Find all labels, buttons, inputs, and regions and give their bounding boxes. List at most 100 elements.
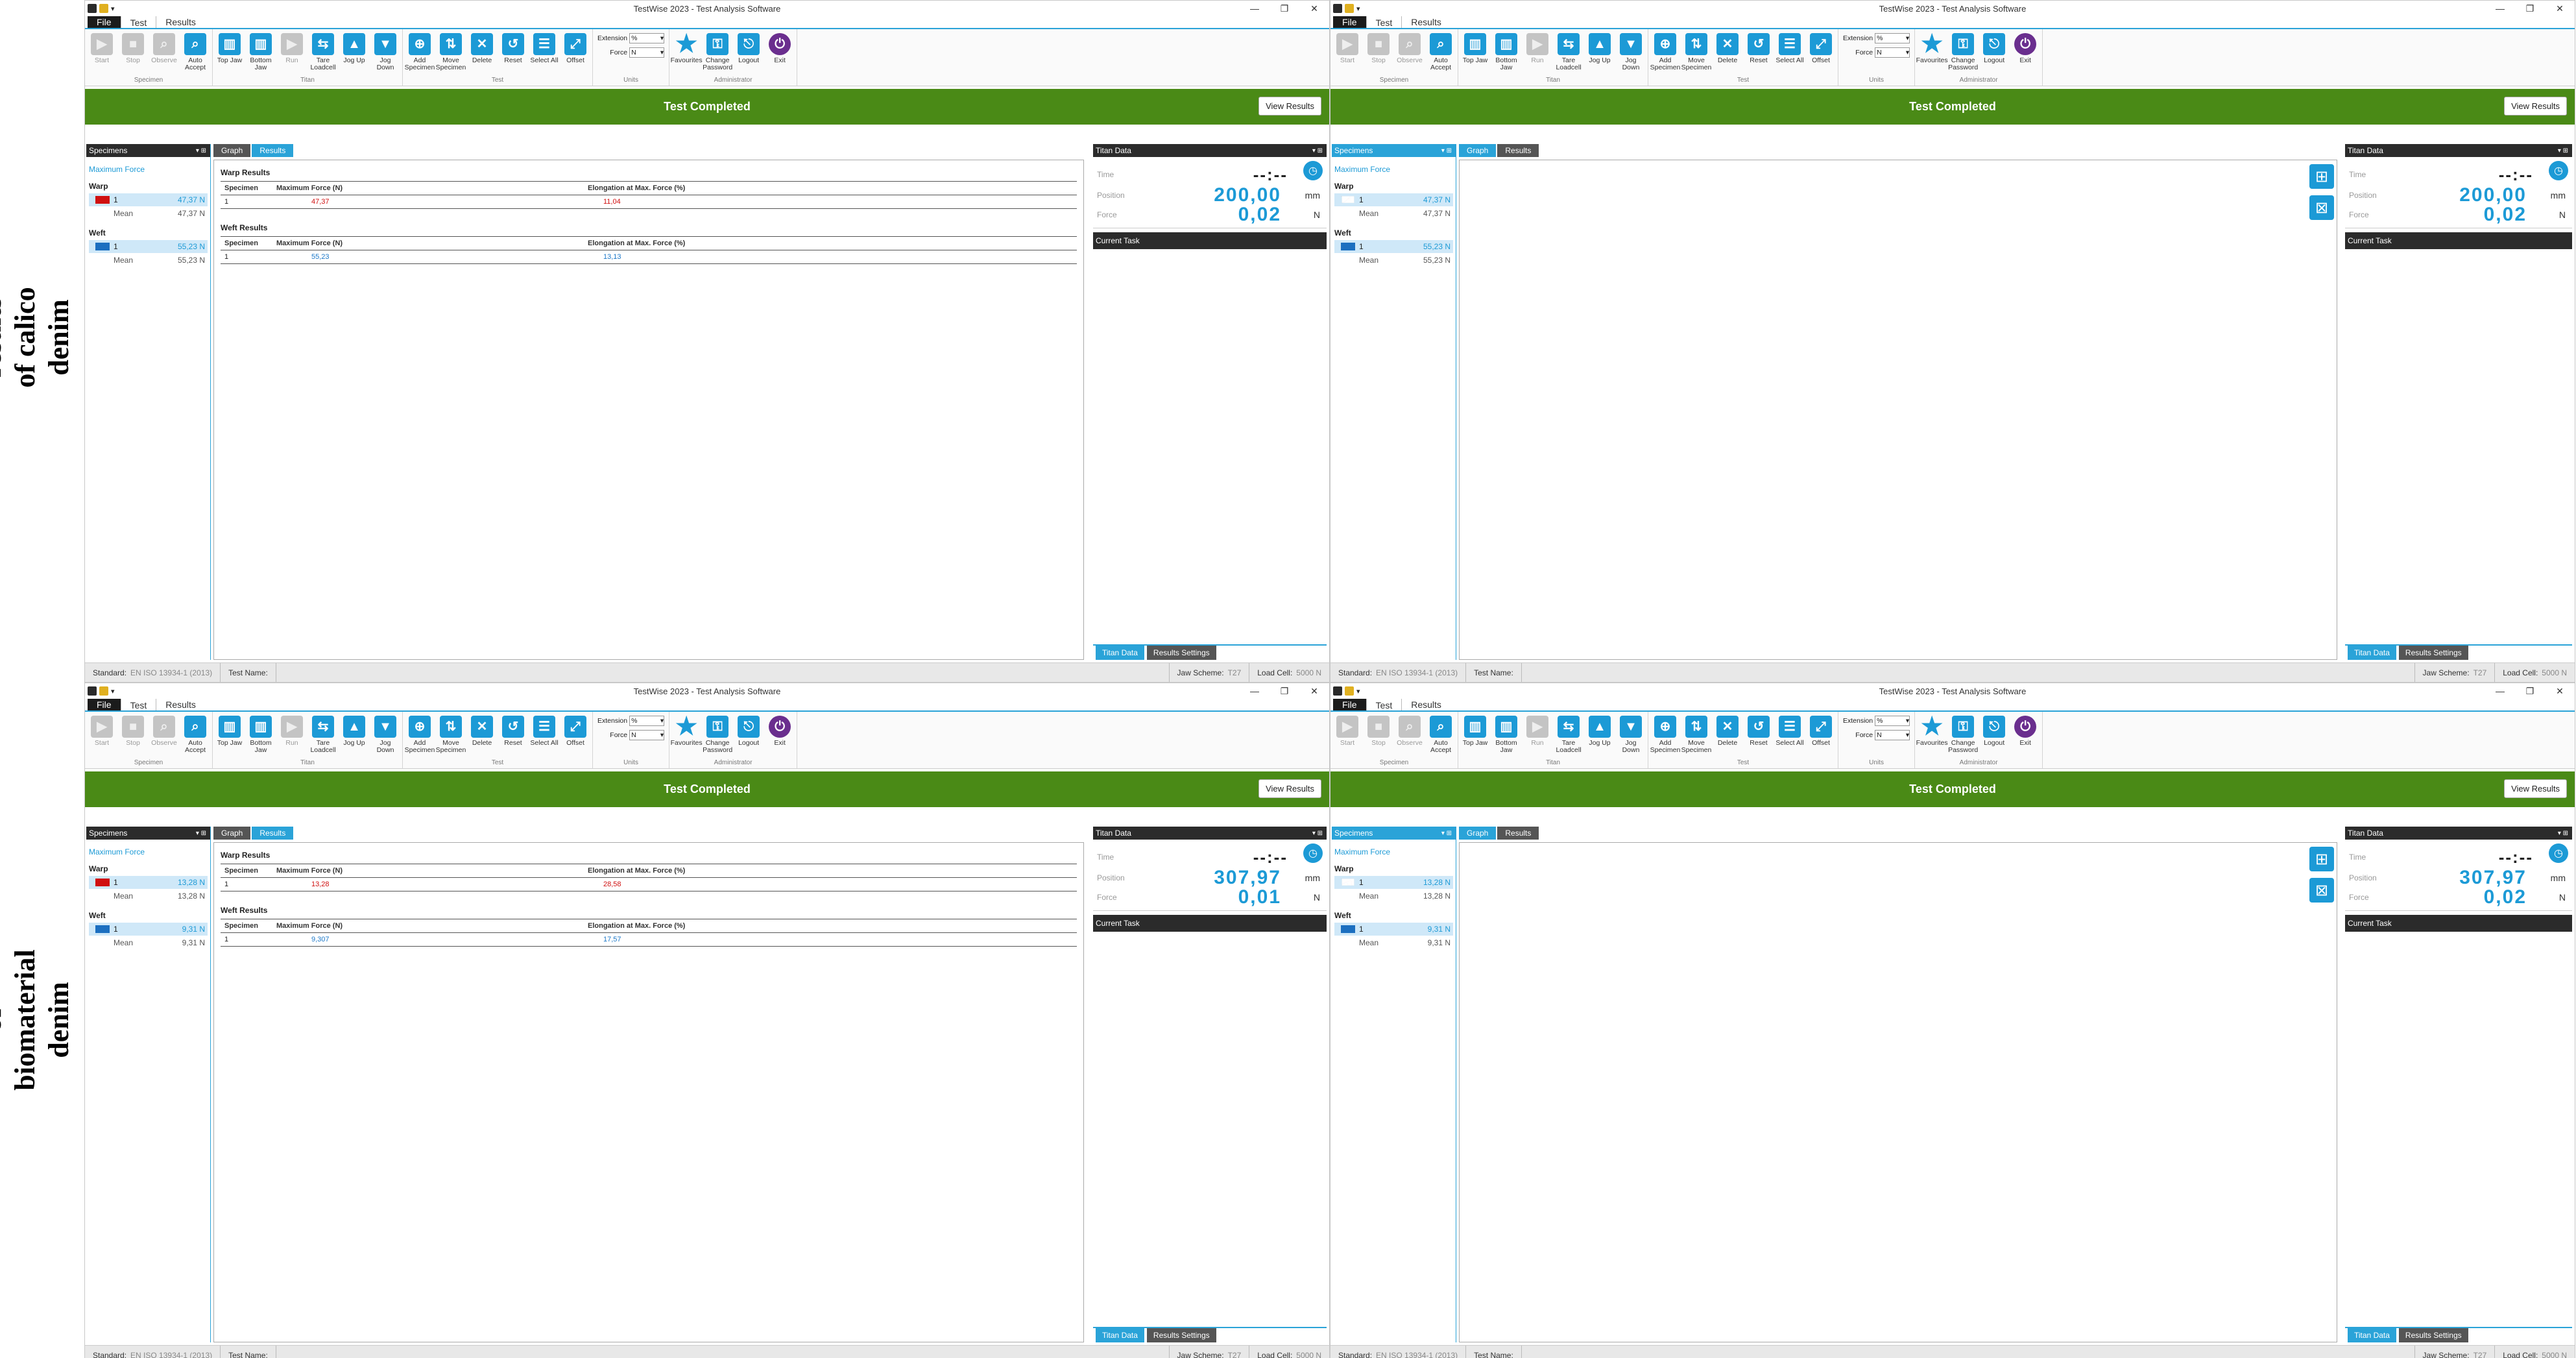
- maximum-force-link[interactable]: Maximum Force: [1334, 847, 1456, 856]
- favourites-button[interactable]: ★ Favourites: [671, 30, 703, 77]
- start-button[interactable]: ▶ Start: [1332, 30, 1362, 77]
- tab-results-settings[interactable]: Results Settings: [2398, 1328, 2468, 1342]
- quick-access-dropdown-icon[interactable]: ▾: [1356, 687, 1360, 696]
- extension-unit-select[interactable]: % ▾: [1875, 716, 1910, 726]
- quick-access-dropdown-icon[interactable]: ▾: [111, 5, 115, 13]
- titan-pin-icon[interactable]: ▾ ⊞: [1312, 830, 1323, 837]
- tab-test[interactable]: Test: [120, 16, 157, 28]
- bottom-jaw-button[interactable]: ▥ Bottom Jaw: [1491, 30, 1521, 77]
- auto-accept-button[interactable]: ⌕ Auto Accept: [1426, 713, 1456, 759]
- exit-button[interactable]: ⏻ Exit: [2010, 30, 2040, 77]
- jog-up-button[interactable]: ▲ Jog Up: [1585, 30, 1615, 77]
- view-results-button[interactable]: View Results: [2504, 97, 2567, 115]
- reset-button[interactable]: ↺ Reset: [1744, 30, 1774, 77]
- change-password-button[interactable]: ⚿ Change Password: [703, 713, 732, 759]
- view-results-button[interactable]: View Results: [1258, 97, 1321, 115]
- logout-button[interactable]: ⎋ Logout: [1979, 30, 2009, 77]
- minimize-icon[interactable]: —: [2485, 1, 2515, 16]
- view-results-button[interactable]: View Results: [2504, 779, 2567, 798]
- jog-up-button[interactable]: ▲ Jog Up: [339, 30, 369, 77]
- add-specimen-button[interactable]: ⊕ Add Specimen: [405, 30, 435, 77]
- change-password-button[interactable]: ⚿ Change Password: [1948, 713, 1978, 759]
- table-row[interactable]: 1 9,307 17,57: [221, 932, 1077, 947]
- tab-file[interactable]: File: [88, 16, 121, 28]
- warp-specimen-row[interactable]: 0102030405060012345678910111213141516171…: [1334, 193, 1453, 206]
- observe-button[interactable]: ⌕ Observe: [1395, 713, 1425, 759]
- folder-icon[interactable]: [1345, 4, 1354, 13]
- warp-specimen-row[interactable]: 1 13,28 N: [89, 876, 208, 889]
- tab-results-view[interactable]: Results: [252, 827, 294, 840]
- delete-button[interactable]: ✕ Delete: [1713, 713, 1742, 759]
- extension-unit-select[interactable]: % ▾: [629, 33, 665, 43]
- titan-pin-icon[interactable]: ▾ ⊞: [1312, 147, 1323, 154]
- tab-titan-data[interactable]: Titan Data: [1096, 1328, 1144, 1342]
- favourites-button[interactable]: ★ Favourites: [671, 713, 703, 759]
- delete-button[interactable]: ✕ Delete: [1713, 30, 1742, 77]
- weft-specimen-row[interactable]: 1 9,31 N: [1334, 923, 1453, 936]
- tab-graph[interactable]: Graph: [213, 144, 251, 157]
- change-password-button[interactable]: ⚿ Change Password: [1948, 30, 1978, 77]
- table-row[interactable]: 1 13,28 28,58: [221, 877, 1077, 891]
- move-specimen-button[interactable]: ⇅ Move Specimen: [1681, 30, 1711, 77]
- pin-icon[interactable]: ▾ ⊞: [1441, 830, 1452, 837]
- favourites-button[interactable]: ★ Favourites: [1916, 713, 1948, 759]
- offset-button[interactable]: ⤢ Offset: [1806, 30, 1836, 77]
- weft-specimen-row[interactable]: 1 55,23 N: [1334, 240, 1453, 253]
- tare-loadcell-button[interactable]: ⇆ Tare Loadcell: [1554, 713, 1583, 759]
- change-password-button[interactable]: ⚿ Change Password: [703, 30, 732, 77]
- tab-results-view[interactable]: Results: [1497, 144, 1539, 157]
- offset-button[interactable]: ⤢ Offset: [560, 713, 590, 759]
- tab-test[interactable]: Test: [120, 698, 157, 710]
- jog-down-button[interactable]: ▼ Jog Down: [1616, 713, 1646, 759]
- delete-button[interactable]: ✕ Delete: [467, 30, 497, 77]
- move-specimen-button[interactable]: ⇅ Move Specimen: [1681, 713, 1711, 759]
- jog-up-button[interactable]: ▲ Jog Up: [339, 713, 369, 759]
- tab-file[interactable]: File: [88, 698, 121, 710]
- tare-loadcell-button[interactable]: ⇆ Tare Loadcell: [308, 30, 338, 77]
- extension-unit-select[interactable]: % ▾: [1875, 33, 1910, 43]
- observe-button[interactable]: ⌕ Observe: [1395, 30, 1425, 77]
- auto-accept-button[interactable]: ⌕ Auto Accept: [180, 30, 210, 77]
- stop-button[interactable]: ■ Stop: [118, 713, 148, 759]
- table-row[interactable]: 1 55,23 13,13: [221, 250, 1077, 264]
- run-button[interactable]: ▶ Run: [277, 30, 307, 77]
- run-button[interactable]: ▶ Run: [1523, 713, 1552, 759]
- close-icon[interactable]: ✕: [2545, 1, 2575, 16]
- restore-icon[interactable]: ❐: [1270, 683, 1299, 699]
- tare-loadcell-button[interactable]: ⇆ Tare Loadcell: [308, 713, 338, 759]
- jog-down-button[interactable]: ▼ Jog Down: [1616, 30, 1646, 77]
- tab-results-settings[interactable]: Results Settings: [1146, 646, 1216, 660]
- minimize-icon[interactable]: —: [2485, 683, 2515, 699]
- folder-icon[interactable]: [99, 686, 108, 696]
- maximum-force-link[interactable]: Maximum Force: [1334, 165, 1456, 174]
- restore-icon[interactable]: ❐: [1270, 1, 1299, 16]
- top-jaw-button[interactable]: ▥ Top Jaw: [215, 30, 245, 77]
- maximum-force-link[interactable]: Maximum Force: [89, 165, 210, 174]
- force-unit-select[interactable]: N ▾: [1875, 730, 1910, 740]
- top-jaw-button[interactable]: ▥ Top Jaw: [1460, 30, 1490, 77]
- tab-test[interactable]: Test: [1366, 698, 1402, 710]
- tab-results-settings[interactable]: Results Settings: [2398, 646, 2468, 660]
- tab-titan-data[interactable]: Titan Data: [2348, 646, 2396, 660]
- folder-icon[interactable]: [1345, 686, 1354, 696]
- close-icon[interactable]: ✕: [1299, 683, 1329, 699]
- restore-icon[interactable]: ❐: [2515, 683, 2545, 699]
- offset-button[interactable]: ⤢ Offset: [560, 30, 590, 77]
- bottom-jaw-button[interactable]: ▥ Bottom Jaw: [246, 30, 276, 77]
- tab-file[interactable]: File: [1333, 698, 1366, 710]
- quick-access-dropdown-icon[interactable]: ▾: [111, 687, 115, 696]
- auto-accept-button[interactable]: ⌕ Auto Accept: [1426, 30, 1456, 77]
- jog-down-button[interactable]: ▼ Jog Down: [370, 713, 400, 759]
- tab-results-view[interactable]: Results: [252, 144, 294, 157]
- offset-button[interactable]: ⤢ Offset: [1806, 713, 1836, 759]
- stop-button[interactable]: ■ Stop: [1364, 30, 1393, 77]
- close-icon[interactable]: ✕: [1299, 1, 1329, 16]
- observe-button[interactable]: ⌕ Observe: [149, 713, 179, 759]
- tab-results[interactable]: Results: [1402, 698, 1451, 710]
- reset-button[interactable]: ↺ Reset: [498, 713, 528, 759]
- force-unit-select[interactable]: N ▾: [629, 47, 665, 58]
- tare-loadcell-button[interactable]: ⇆ Tare Loadcell: [1554, 30, 1583, 77]
- select-all-button[interactable]: ☰ Select All: [529, 713, 559, 759]
- jog-down-button[interactable]: ▼ Jog Down: [370, 30, 400, 77]
- exit-button[interactable]: ⏻ Exit: [765, 713, 795, 759]
